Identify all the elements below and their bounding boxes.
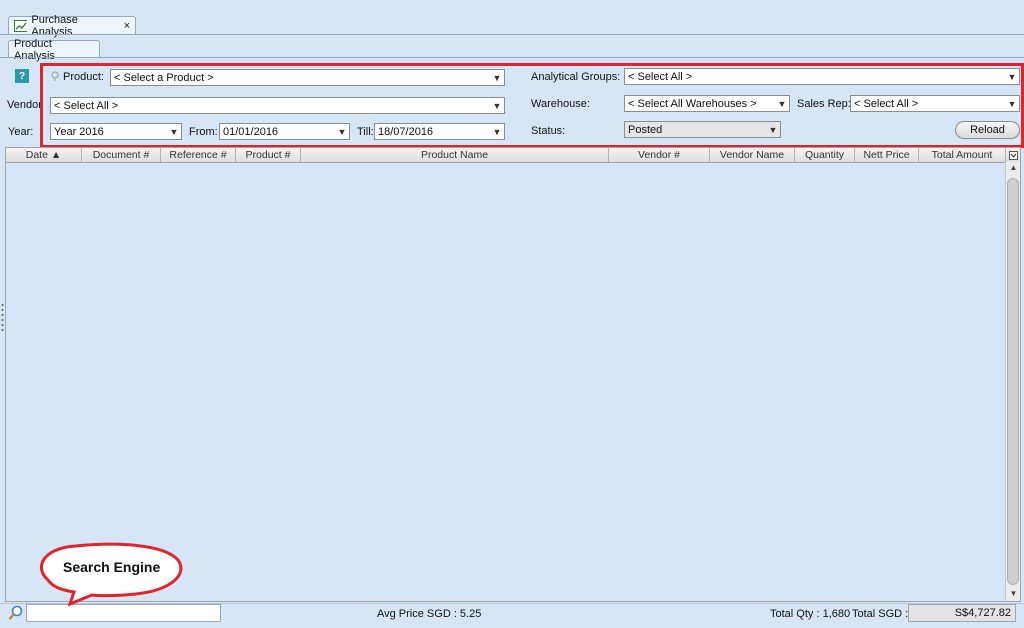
column-header-nett-price[interactable]: Nett Price (855, 148, 919, 162)
chart-icon (14, 19, 28, 32)
grid-header: Date ▲ Document # Reference # Product # … (6, 148, 1020, 163)
column-header-document[interactable]: Document # (82, 148, 161, 162)
scroll-up-icon[interactable]: ▲ (1008, 163, 1019, 174)
column-header-quantity[interactable]: Quantity (795, 148, 855, 162)
vertical-scrollbar[interactable]: ▲ ▼ (1005, 162, 1020, 601)
scrollbar-thumb[interactable] (1007, 178, 1019, 585)
column-header-product-no[interactable]: Product # (236, 148, 301, 162)
results-grid: Date ▲ Document # Reference # Product # … (5, 147, 1021, 602)
column-header-product-name[interactable]: Product Name (301, 148, 609, 162)
scroll-down-icon[interactable]: ▼ (1008, 589, 1019, 600)
filter-highlight-box (40, 63, 1024, 148)
tab-purchase-analysis[interactable]: Purchase Analysis × (8, 14, 136, 38)
vendor-label: Vendor (7, 99, 42, 111)
search-input[interactable] (26, 604, 221, 622)
inner-tab-divider (0, 57, 1024, 58)
tab-product-analysis[interactable]: Product Analysis (8, 38, 100, 62)
splitter-grip[interactable] (1, 303, 4, 333)
callout-text: Search Engine (63, 559, 161, 575)
total-sgd-value: S$4,727.82 (908, 604, 1016, 622)
column-header-vendor-name[interactable]: Vendor Name (710, 148, 795, 162)
column-chooser-icon[interactable] (1006, 148, 1020, 162)
search-icon[interactable] (8, 605, 24, 621)
column-header-date[interactable]: Date ▲ (6, 148, 82, 162)
column-header-vendor-no[interactable]: Vendor # (609, 148, 710, 162)
column-header-reference[interactable]: Reference # (161, 148, 236, 162)
close-icon[interactable]: × (124, 20, 130, 32)
outer-tab-divider (0, 34, 1024, 35)
year-label: Year: (8, 126, 34, 138)
help-icon[interactable]: ? (15, 69, 29, 83)
avg-price-text: Avg Price SGD : 5.25 (377, 608, 482, 620)
total-qty-text: Total Qty : 1,680 (770, 608, 851, 620)
total-sgd-label: Total SGD : (852, 608, 909, 620)
column-header-total-amount[interactable]: Total Amount (919, 148, 1006, 162)
